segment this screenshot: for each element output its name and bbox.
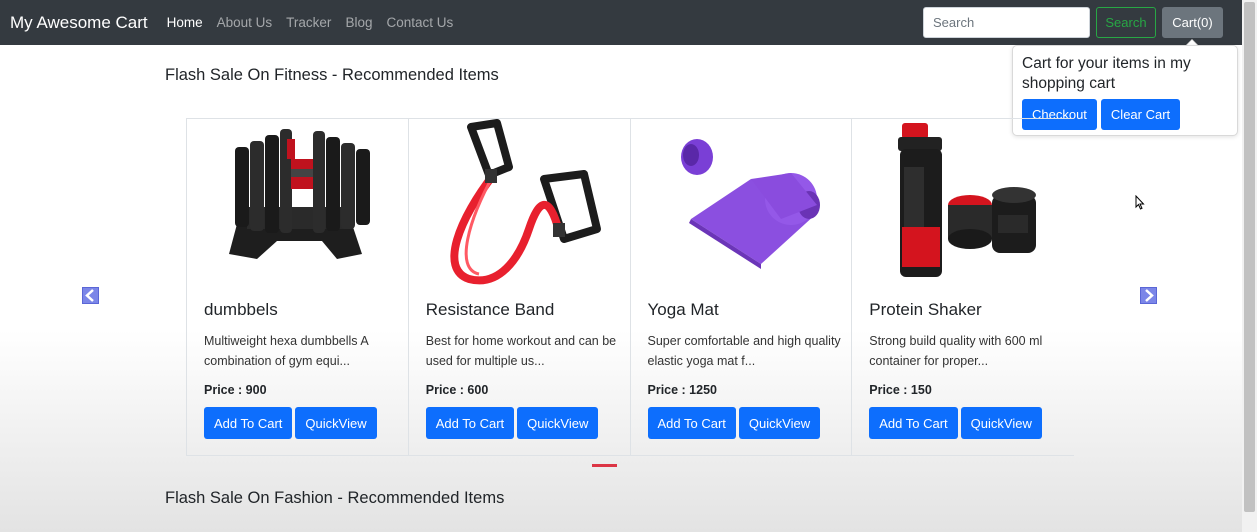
add-to-cart-button[interactable]: Add To Cart — [869, 407, 958, 439]
product-title[interactable]: dumbbels — [204, 300, 278, 320]
product-price: Price : 150 — [869, 383, 932, 397]
product-description: Strong build quality with 600 ml contain… — [869, 334, 1043, 368]
product-description: Best for home workout and can be used fo… — [425, 334, 617, 368]
add-to-cart-button[interactable]: Add To Cart — [647, 407, 736, 439]
product-description: Multiweight hexa dumbbells A combination… — [204, 334, 368, 368]
add-to-cart-button[interactable]: Add To Cart — [204, 407, 293, 439]
cart-button[interactable]: Cart(0) — [1162, 7, 1223, 38]
nav-link-tracker[interactable]: Tracker — [286, 15, 331, 30]
nav-link-home[interactable]: Home — [167, 15, 203, 30]
resistance-band-image — [450, 119, 601, 285]
nav-link-about[interactable]: About Us — [217, 15, 273, 30]
product-card: Protein Shaker Strong build quality with… — [852, 119, 1074, 455]
product-price: Price : 600 — [425, 383, 489, 397]
carousel-prev-button[interactable] — [82, 287, 99, 304]
cart-popover-text: Cart for your items in my shopping cart — [1022, 55, 1191, 92]
nav-link-blog[interactable]: Blog — [345, 15, 372, 30]
chevron-right-icon — [1145, 289, 1154, 302]
chevron-left-icon — [85, 289, 94, 302]
clear-cart-button[interactable]: Clear Cart — [1100, 99, 1181, 130]
product-card: Yoga Mat Super comfortable and high qual… — [631, 119, 853, 455]
product-title[interactable]: Resistance Band — [426, 300, 555, 320]
add-to-cart-button[interactable]: Add To Cart — [425, 407, 515, 439]
shaker-image — [898, 123, 1037, 277]
quickview-button[interactable]: QuickView — [295, 407, 377, 439]
product-title[interactable]: Yoga Mat — [648, 300, 719, 320]
product-card: dumbbels Multiweight hexa dumbbells A co… — [187, 119, 409, 455]
product-description: Super comfortable and high quality elast… — [647, 334, 841, 368]
quickview-button[interactable]: QuickView — [738, 407, 821, 439]
search-input[interactable] — [923, 7, 1090, 38]
nav-link-contact[interactable]: Contact Us — [386, 15, 453, 30]
scrollbar-thumb[interactable] — [1244, 2, 1255, 512]
fitness-section-title: Flash Sale On Fitness - Recommended Item… — [165, 66, 499, 84]
product-price: Price : 1250 — [647, 383, 718, 397]
brand-logo[interactable]: My Awesome Cart — [10, 13, 148, 33]
search-button[interactable]: Search — [1096, 7, 1156, 38]
product-card: Resistance Band Best for home workout an… — [409, 119, 631, 455]
mouse-cursor-icon — [1135, 195, 1145, 210]
fashion-section-title: Flash Sale On Fashion - Recommended Item… — [165, 489, 505, 507]
quickview-button[interactable]: QuickView — [960, 407, 1042, 439]
product-carousel: dumbbels Multiweight hexa dumbbells A co… — [186, 118, 1074, 456]
quickview-button[interactable]: QuickView — [517, 407, 599, 439]
product-price: Price : 900 — [204, 383, 267, 397]
carousel-next-button[interactable] — [1140, 287, 1157, 304]
carousel-indicator[interactable] — [592, 464, 617, 467]
dumbbell-image — [229, 129, 370, 259]
product-title[interactable]: Protein Shaker — [869, 300, 981, 320]
yoga-mat-image — [680, 139, 820, 269]
